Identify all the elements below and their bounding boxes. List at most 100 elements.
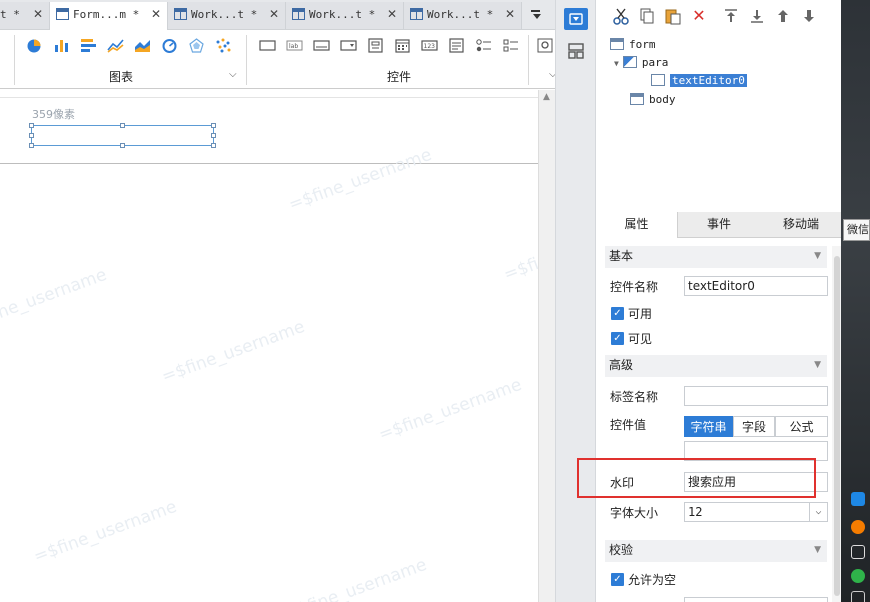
app-tray-icon[interactable] <box>851 520 865 534</box>
button-widget-icon[interactable] <box>259 38 276 53</box>
para-container[interactable]: 359像素 <box>0 98 538 164</box>
scatter-icon[interactable] <box>215 38 232 53</box>
tab-mobile[interactable]: 移动端 <box>760 212 842 238</box>
visible-checkbox[interactable]: ✓ <box>611 332 624 345</box>
text-editor-node-icon <box>651 74 665 86</box>
copy-icon[interactable] <box>638 7 656 25</box>
widget-value-label: 控件值 <box>610 418 647 432</box>
tree-toolbar: ✕ <box>596 0 842 32</box>
widget-name-field[interactable]: textEditor0 <box>684 276 828 296</box>
tab-3[interactable]: Work...t * ✕ <box>286 2 404 29</box>
cut-icon[interactable] <box>612 7 630 25</box>
volume-tray-icon[interactable] <box>851 591 865 602</box>
section-basic[interactable]: 基本 ▼ <box>605 246 827 268</box>
close-icon[interactable]: ✕ <box>505 2 515 27</box>
value-mode-field[interactable]: 字段 <box>733 416 775 437</box>
radar-icon[interactable] <box>188 38 205 53</box>
design-canvas[interactable]: 359像素 =$fine_username =$fine_username =$… <box>0 90 555 602</box>
tab-2[interactable]: Work...t * ✕ <box>168 2 286 29</box>
taskbar-tooltip: 微信 <box>843 219 870 241</box>
form-widget-icon[interactable] <box>367 38 384 53</box>
layout-panel-button[interactable] <box>564 40 588 62</box>
resize-handle[interactable] <box>211 133 216 138</box>
date-widget-icon[interactable] <box>394 38 411 53</box>
resize-handle[interactable] <box>120 123 125 128</box>
tab-label: Work...t * <box>309 8 376 21</box>
close-icon[interactable]: ✕ <box>387 2 397 27</box>
move-to-top-icon[interactable] <box>722 7 740 25</box>
resize-handle[interactable] <box>29 123 34 128</box>
chevron-down-icon[interactable]: ⌵ <box>229 69 237 80</box>
label-widget-icon[interactable]: lab <box>286 38 303 53</box>
text-editor-widget[interactable] <box>29 123 216 148</box>
widget-group-label: 控件 <box>387 70 412 84</box>
tab-properties[interactable]: 属性 <box>596 212 678 238</box>
tab-4[interactable]: Work...t * ✕ <box>404 2 522 29</box>
tree-node-label: para <box>641 56 669 69</box>
tab-overflow-icon[interactable] <box>530 8 544 22</box>
line-chart-icon[interactable] <box>107 38 124 53</box>
combobox-icon[interactable] <box>340 38 357 53</box>
window-tray-icon[interactable] <box>851 545 865 559</box>
tree-node-body[interactable]: body <box>630 92 676 108</box>
watermark-text: =$fine_username <box>31 496 180 568</box>
canvas-scrollbar[interactable]: ▲ <box>538 90 555 602</box>
enabled-label: 可用 <box>628 307 653 321</box>
tree-node-form[interactable]: form <box>610 37 656 53</box>
tab-events[interactable]: 事件 <box>678 212 760 238</box>
move-down-icon[interactable] <box>800 7 818 25</box>
textarea-icon[interactable] <box>448 38 465 53</box>
collapse-icon[interactable]: ▼ <box>814 355 821 376</box>
close-icon[interactable]: ✕ <box>33 2 43 27</box>
close-icon[interactable]: ✕ <box>151 2 161 27</box>
collapse-icon[interactable]: ▼ <box>814 246 821 267</box>
visible-label: 可见 <box>628 332 653 346</box>
desktop-edge <box>841 0 870 602</box>
value-mode-string[interactable]: 字符串 <box>684 416 733 437</box>
checkbox-group-icon[interactable] <box>502 38 519 53</box>
tree-node-label: body <box>649 93 676 106</box>
tab-1[interactable]: Form...m * ✕ <box>50 2 168 30</box>
tree-node-para[interactable]: ▼ para <box>614 55 668 71</box>
wechat-tray-icon[interactable] <box>851 569 865 583</box>
tab-0[interactable]: t * ✕ <box>0 2 50 29</box>
move-to-bottom-icon[interactable] <box>748 7 766 25</box>
move-up-icon[interactable] <box>774 7 792 25</box>
chevron-down-icon[interactable]: ⌵ <box>809 503 827 521</box>
scroll-up-icon[interactable]: ▲ <box>543 92 550 102</box>
section-validation[interactable]: 校验 ▼ <box>605 540 827 562</box>
worksheet-icon <box>410 8 423 20</box>
resize-handle[interactable] <box>29 133 34 138</box>
pie-chart-icon[interactable] <box>26 38 43 53</box>
next-field[interactable] <box>684 597 828 602</box>
resize-handle[interactable] <box>29 143 34 148</box>
value-mode-formula[interactable]: 公式 <box>775 416 828 437</box>
bar-chart-icon[interactable] <box>53 38 70 53</box>
radio-group-icon[interactable] <box>475 38 492 53</box>
collapse-icon[interactable]: ▼ <box>814 540 821 561</box>
resize-handle[interactable] <box>120 143 125 148</box>
widget-tree-button[interactable] <box>564 8 588 30</box>
delete-icon[interactable]: ✕ <box>690 7 708 25</box>
paste-icon[interactable] <box>664 7 682 25</box>
gauge-icon[interactable] <box>161 38 178 53</box>
text-editor-icon[interactable] <box>313 38 330 53</box>
expand-arrow-icon[interactable]: ▼ <box>614 59 619 68</box>
scroll-thumb[interactable] <box>834 256 840 596</box>
horizontal-bar-icon[interactable] <box>80 38 97 53</box>
search-widget-icon[interactable] <box>537 38 554 53</box>
section-advanced[interactable]: 高级 ▼ <box>605 355 827 377</box>
tag-name-field[interactable] <box>684 386 828 406</box>
area-chart-icon[interactable] <box>134 38 151 53</box>
tree-node-texteditor[interactable]: textEditor0 <box>651 73 747 89</box>
resize-handle[interactable] <box>211 143 216 148</box>
worksheet-icon <box>292 8 305 20</box>
qq-tray-icon[interactable] <box>851 492 865 506</box>
tag-name-label: 标签名称 <box>610 390 659 404</box>
allow-empty-checkbox[interactable]: ✓ <box>611 573 624 586</box>
font-size-select[interactable]: 12 ⌵ <box>684 502 828 522</box>
number-widget-icon[interactable]: 123 <box>421 38 438 53</box>
close-icon[interactable]: ✕ <box>269 2 279 27</box>
enabled-checkbox[interactable]: ✓ <box>611 307 624 320</box>
resize-handle[interactable] <box>211 123 216 128</box>
